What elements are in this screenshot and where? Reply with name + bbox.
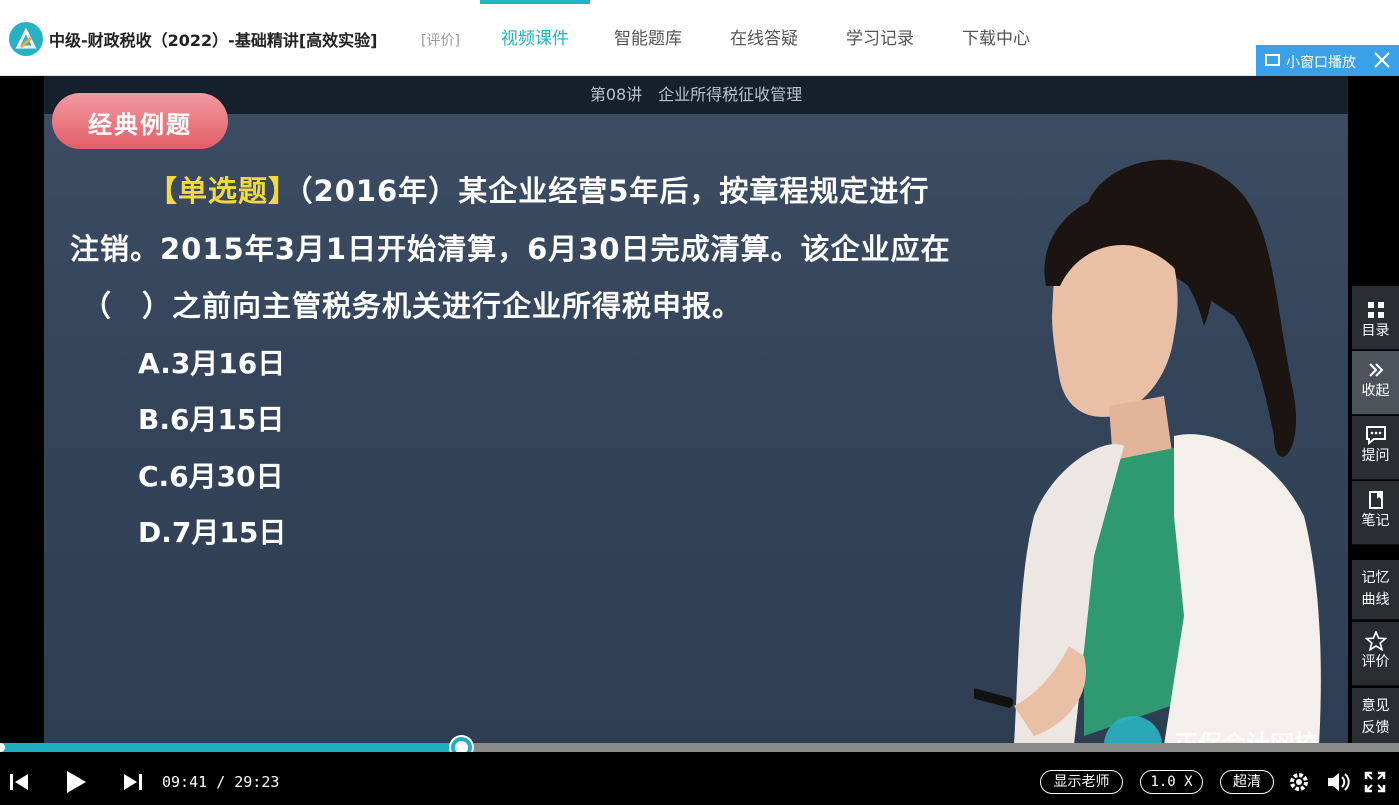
side-item-memory-curve-line2: 曲线 xyxy=(1361,592,1390,608)
side-item-collapse[interactable]: 收起 xyxy=(1352,351,1399,415)
mini-window-label: 小窗口播放 xyxy=(1286,55,1356,71)
main-nav: 视频课件 智能题库 在线答疑 学习记录 下载中心 xyxy=(480,0,1054,76)
side-item-feedback[interactable]: 意见 反馈 xyxy=(1352,688,1399,745)
fullscreen-icon[interactable] xyxy=(1364,771,1386,793)
course-title: 中级-财政税收（2022）-基础精讲[高效实验] xyxy=(49,31,378,50)
side-item-ask[interactable]: 提问 xyxy=(1352,416,1399,480)
side-item-feedback-line2: 反馈 xyxy=(1361,720,1390,736)
top-header: 中级-财政税收（2022）-基础精讲[高效实验] [评价] 视频课件 智能题库 … xyxy=(0,0,1399,76)
video-player[interactable]: 第08讲 企业所得税征收管理 经典例题 【单选题】（2016年）某企业经营5年后… xyxy=(0,76,1399,745)
side-item-notes[interactable]: 笔记 xyxy=(1352,481,1399,545)
rate-link[interactable]: [评价] xyxy=(421,30,460,50)
side-item-collapse-label: 收起 xyxy=(1361,383,1390,399)
play-icon[interactable] xyxy=(64,770,88,794)
side-item-memory-curve-line1: 记忆 xyxy=(1361,570,1390,586)
side-item-rate[interactable]: 评价 xyxy=(1352,622,1399,686)
close-icon[interactable] xyxy=(1371,48,1393,72)
chat-bubble-icon xyxy=(1365,426,1386,445)
total-time: 29:23 xyxy=(234,773,280,791)
next-icon[interactable] xyxy=(122,772,144,792)
tab-question-bank[interactable]: 智能题库 xyxy=(590,0,706,76)
notebook-icon xyxy=(1368,491,1383,509)
double-chevron-right-icon xyxy=(1368,363,1383,377)
option-a: A.3月16日 xyxy=(138,347,286,380)
question-line-1: 【单选题】（2016年）某企业经营5年后，按章程规定进行 xyxy=(148,168,929,210)
side-item-feedback-line1: 意见 xyxy=(1361,698,1390,714)
question-line-1-text: （2016年）某企业经营5年后，按章程规定进行 xyxy=(298,174,930,208)
app-logo-icon xyxy=(9,22,43,56)
star-icon xyxy=(1364,631,1387,651)
side-item-notes-label: 笔记 xyxy=(1361,513,1390,529)
watermark-logo-icon xyxy=(1104,716,1162,745)
volume-icon[interactable] xyxy=(1326,771,1350,793)
current-time: 09:41 xyxy=(162,773,208,791)
gear-icon[interactable] xyxy=(1287,770,1311,794)
classic-example-badge: 经典例题 xyxy=(52,93,228,149)
option-d: D.7月15日 xyxy=(138,516,287,549)
watermark-text: 正保会计网校 xyxy=(1174,730,1318,745)
side-item-catalog-label: 目录 xyxy=(1361,323,1390,339)
lesson-title: 第08讲 企业所得税征收管理 xyxy=(44,76,1348,114)
previous-icon[interactable] xyxy=(8,772,30,792)
side-item-memory-curve[interactable]: 记忆 曲线 xyxy=(1352,560,1399,620)
lecture-slide: 第08讲 企业所得税征收管理 经典例题 【单选题】（2016年）某企业经营5年后… xyxy=(44,76,1348,745)
side-item-rate-label: 评价 xyxy=(1361,654,1390,670)
side-item-catalog[interactable]: 目录 xyxy=(1352,286,1399,350)
playback-speed-button[interactable]: 1.0 X xyxy=(1140,770,1203,794)
question-line-2: 注销。2015年3月1日开始清算，6月30日完成清算。该企业应在 xyxy=(70,232,951,266)
question-line-3: （ ）之前向主管税务机关进行企业所得税申报。 xyxy=(82,289,743,323)
show-teacher-button[interactable]: 显示老师 xyxy=(1040,770,1123,794)
watermark: 正保会计网校 xyxy=(1104,716,1344,745)
tab-download-center[interactable]: 下载中心 xyxy=(938,0,1054,76)
option-b: B.6月15日 xyxy=(138,403,285,436)
tab-learning-record[interactable]: 学习记录 xyxy=(822,0,938,76)
progress-bar[interactable] xyxy=(0,737,1399,758)
mini-window-icon xyxy=(1265,54,1280,66)
presenter-image xyxy=(974,159,1321,745)
time-separator: / xyxy=(216,773,226,791)
question-type-tag: 【单选题】 xyxy=(148,174,299,208)
progress-fill xyxy=(0,743,461,752)
mini-window-play-button[interactable]: 小窗口播放 xyxy=(1256,45,1399,76)
player-controls: 09:41 / 29:23 显示老师 1.0 X 超清 xyxy=(0,752,1399,805)
side-item-ask-label: 提问 xyxy=(1361,448,1390,464)
quality-button[interactable]: 超清 xyxy=(1220,770,1274,794)
tab-video-courseware[interactable]: 视频课件 xyxy=(480,0,590,76)
tab-online-qa[interactable]: 在线答疑 xyxy=(706,0,822,76)
grid-icon xyxy=(1367,302,1384,318)
option-c: C.6月30日 xyxy=(138,460,284,493)
time-display: 09:41 / 29:23 xyxy=(162,773,279,791)
